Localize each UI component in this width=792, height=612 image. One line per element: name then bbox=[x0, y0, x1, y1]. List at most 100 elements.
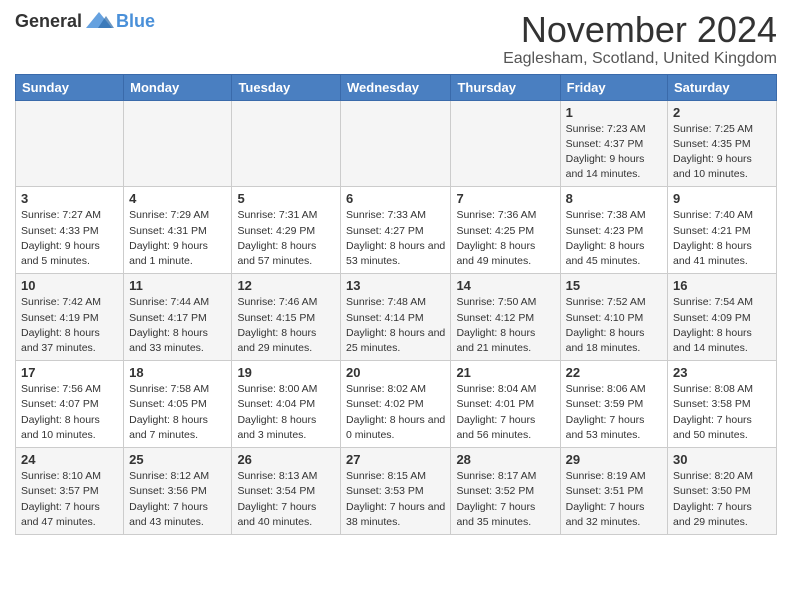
calendar-cell: 12Sunrise: 7:46 AM Sunset: 4:15 PM Dayli… bbox=[232, 274, 341, 361]
col-monday: Monday bbox=[124, 74, 232, 100]
day-number: 17 bbox=[21, 365, 118, 380]
calendar-cell: 23 Sunrise: 8:08 AM Sunset: 3:58 PM Dayli… bbox=[668, 361, 777, 448]
day-number: 21 bbox=[456, 365, 554, 380]
day-number: 7 bbox=[456, 191, 554, 206]
day-info: Sunrise: 8:04 AM Sunset: 4:01 PM Dayligh… bbox=[456, 382, 554, 443]
col-thursday: Thursday bbox=[451, 74, 560, 100]
logo: General Blue bbox=[15, 10, 155, 32]
calendar-cell: 2 Sunrise: 7:25 AM Sunset: 4:35 PM Daylig… bbox=[668, 100, 777, 187]
day-info: Sunrise: 8:08 AM Sunset: 3:58 PM Dayligh… bbox=[673, 382, 771, 443]
day-info: Sunrise: 7:29 AM Sunset: 4:31 PM Dayligh… bbox=[129, 208, 226, 269]
calendar-cell: 3 Sunrise: 7:27 AM Sunset: 4:33 PM Daylig… bbox=[16, 187, 124, 274]
calendar-cell: 30 Sunrise: 8:20 AM Sunset: 3:50 PM Dayli… bbox=[668, 448, 777, 535]
day-info: Sunrise: 8:10 AM Sunset: 3:57 PM Dayligh… bbox=[21, 469, 118, 530]
header-row: Sunday Monday Tuesday Wednesday Thursday… bbox=[16, 74, 777, 100]
day-number: 4 bbox=[129, 191, 226, 206]
day-info: Sunrise: 8:19 AM Sunset: 3:51 PM Dayligh… bbox=[566, 469, 662, 530]
week-row-2: 3 Sunrise: 7:27 AM Sunset: 4:33 PM Daylig… bbox=[16, 187, 777, 274]
day-number: 1 bbox=[566, 105, 662, 120]
calendar-cell bbox=[124, 100, 232, 187]
day-info: Sunrise: 8:06 AM Sunset: 3:59 PM Dayligh… bbox=[566, 382, 662, 443]
month-title: November 2024 bbox=[503, 10, 777, 50]
header: General Blue November 2024 Eaglesham, Sc… bbox=[15, 10, 777, 68]
day-number: 11 bbox=[129, 278, 226, 293]
calendar-cell: 16 Sunrise: 7:54 AM Sunset: 4:09 PM Dayli… bbox=[668, 274, 777, 361]
day-info: Sunrise: 8:15 AM Sunset: 3:53 PM Dayligh… bbox=[346, 469, 445, 530]
calendar-cell: 29 Sunrise: 8:19 AM Sunset: 3:51 PM Dayli… bbox=[560, 448, 667, 535]
logo-general: General bbox=[15, 11, 82, 32]
day-info: Sunrise: 7:56 AM Sunset: 4:07 PM Dayligh… bbox=[21, 382, 118, 443]
calendar-cell: 8Sunrise: 7:38 AM Sunset: 4:23 PM Daylig… bbox=[560, 187, 667, 274]
calendar-cell bbox=[451, 100, 560, 187]
calendar-cell: 6 Sunrise: 7:33 AM Sunset: 4:27 PM Daylig… bbox=[341, 187, 451, 274]
day-number: 29 bbox=[566, 452, 662, 467]
day-info: Sunrise: 7:40 AM Sunset: 4:21 PM Dayligh… bbox=[673, 208, 771, 269]
calendar-cell: 15 Sunrise: 7:52 AM Sunset: 4:10 PM Dayli… bbox=[560, 274, 667, 361]
day-number: 20 bbox=[346, 365, 445, 380]
calendar-cell: 25Sunrise: 8:12 AM Sunset: 3:56 PM Dayli… bbox=[124, 448, 232, 535]
day-number: 10 bbox=[21, 278, 118, 293]
week-row-3: 10 Sunrise: 7:42 AM Sunset: 4:19 PM Dayli… bbox=[16, 274, 777, 361]
calendar-cell: 10 Sunrise: 7:42 AM Sunset: 4:19 PM Dayli… bbox=[16, 274, 124, 361]
day-number: 6 bbox=[346, 191, 445, 206]
day-info: Sunrise: 7:23 AM Sunset: 4:37 PM Dayligh… bbox=[566, 122, 662, 183]
day-number: 16 bbox=[673, 278, 771, 293]
day-number: 30 bbox=[673, 452, 771, 467]
logo-icon bbox=[84, 10, 114, 32]
day-info: Sunrise: 7:25 AM Sunset: 4:35 PM Dayligh… bbox=[673, 122, 771, 183]
day-number: 18 bbox=[129, 365, 226, 380]
col-saturday: Saturday bbox=[668, 74, 777, 100]
day-info: Sunrise: 7:54 AM Sunset: 4:09 PM Dayligh… bbox=[673, 295, 771, 356]
day-info: Sunrise: 7:42 AM Sunset: 4:19 PM Dayligh… bbox=[21, 295, 118, 356]
col-tuesday: Tuesday bbox=[232, 74, 341, 100]
day-info: Sunrise: 8:13 AM Sunset: 3:54 PM Dayligh… bbox=[237, 469, 335, 530]
day-number: 26 bbox=[237, 452, 335, 467]
day-info: Sunrise: 7:27 AM Sunset: 4:33 PM Dayligh… bbox=[21, 208, 118, 269]
day-number: 9 bbox=[673, 191, 771, 206]
calendar-cell bbox=[341, 100, 451, 187]
calendar-cell: 20 Sunrise: 8:02 AM Sunset: 4:02 PM Dayli… bbox=[341, 361, 451, 448]
col-wednesday: Wednesday bbox=[341, 74, 451, 100]
day-info: Sunrise: 7:48 AM Sunset: 4:14 PM Dayligh… bbox=[346, 295, 445, 356]
day-number: 19 bbox=[237, 365, 335, 380]
calendar-cell: 27Sunrise: 8:15 AM Sunset: 3:53 PM Dayli… bbox=[341, 448, 451, 535]
calendar-cell: 1 Sunrise: 7:23 AM Sunset: 4:37 PM Daylig… bbox=[560, 100, 667, 187]
calendar-cell: 28 Sunrise: 8:17 AM Sunset: 3:52 PM Dayli… bbox=[451, 448, 560, 535]
calendar-cell: 18 Sunrise: 7:58 AM Sunset: 4:05 PM Dayli… bbox=[124, 361, 232, 448]
day-info: Sunrise: 8:20 AM Sunset: 3:50 PM Dayligh… bbox=[673, 469, 771, 530]
day-number: 2 bbox=[673, 105, 771, 120]
subtitle: Eaglesham, Scotland, United Kingdom bbox=[503, 50, 777, 68]
day-number: 24 bbox=[21, 452, 118, 467]
calendar-cell: 19Sunrise: 8:00 AM Sunset: 4:04 PM Dayli… bbox=[232, 361, 341, 448]
col-friday: Friday bbox=[560, 74, 667, 100]
title-block: November 2024 Eaglesham, Scotland, Unite… bbox=[503, 10, 777, 68]
calendar-cell: 4 Sunrise: 7:29 AM Sunset: 4:31 PM Daylig… bbox=[124, 187, 232, 274]
day-number: 3 bbox=[21, 191, 118, 206]
calendar-cell: 22 Sunrise: 8:06 AM Sunset: 3:59 PM Dayli… bbox=[560, 361, 667, 448]
day-info: Sunrise: 7:52 AM Sunset: 4:10 PM Dayligh… bbox=[566, 295, 662, 356]
day-number: 22 bbox=[566, 365, 662, 380]
day-info: Sunrise: 7:33 AM Sunset: 4:27 PM Dayligh… bbox=[346, 208, 445, 269]
day-number: 23 bbox=[673, 365, 771, 380]
week-row-1: 1 Sunrise: 7:23 AM Sunset: 4:37 PM Daylig… bbox=[16, 100, 777, 187]
page: General Blue November 2024 Eaglesham, Sc… bbox=[0, 0, 792, 545]
day-info: Sunrise: 7:58 AM Sunset: 4:05 PM Dayligh… bbox=[129, 382, 226, 443]
day-number: 13 bbox=[346, 278, 445, 293]
day-info: Sunrise: 7:44 AM Sunset: 4:17 PM Dayligh… bbox=[129, 295, 226, 356]
calendar-cell: 26 Sunrise: 8:13 AM Sunset: 3:54 PM Dayli… bbox=[232, 448, 341, 535]
calendar-cell: 5Sunrise: 7:31 AM Sunset: 4:29 PM Daylig… bbox=[232, 187, 341, 274]
calendar-cell bbox=[16, 100, 124, 187]
day-info: Sunrise: 8:02 AM Sunset: 4:02 PM Dayligh… bbox=[346, 382, 445, 443]
day-number: 12 bbox=[237, 278, 335, 293]
calendar-cell: 9 Sunrise: 7:40 AM Sunset: 4:21 PM Daylig… bbox=[668, 187, 777, 274]
calendar: Sunday Monday Tuesday Wednesday Thursday… bbox=[15, 74, 777, 535]
day-number: 5 bbox=[237, 191, 335, 206]
day-number: 15 bbox=[566, 278, 662, 293]
day-info: Sunrise: 7:36 AM Sunset: 4:25 PM Dayligh… bbox=[456, 208, 554, 269]
calendar-cell: 21 Sunrise: 8:04 AM Sunset: 4:01 PM Dayli… bbox=[451, 361, 560, 448]
calendar-cell: 17 Sunrise: 7:56 AM Sunset: 4:07 PM Dayli… bbox=[16, 361, 124, 448]
week-row-4: 17 Sunrise: 7:56 AM Sunset: 4:07 PM Dayli… bbox=[16, 361, 777, 448]
day-info: Sunrise: 8:17 AM Sunset: 3:52 PM Dayligh… bbox=[456, 469, 554, 530]
calendar-cell: 11 Sunrise: 7:44 AM Sunset: 4:17 PM Dayli… bbox=[124, 274, 232, 361]
day-number: 28 bbox=[456, 452, 554, 467]
